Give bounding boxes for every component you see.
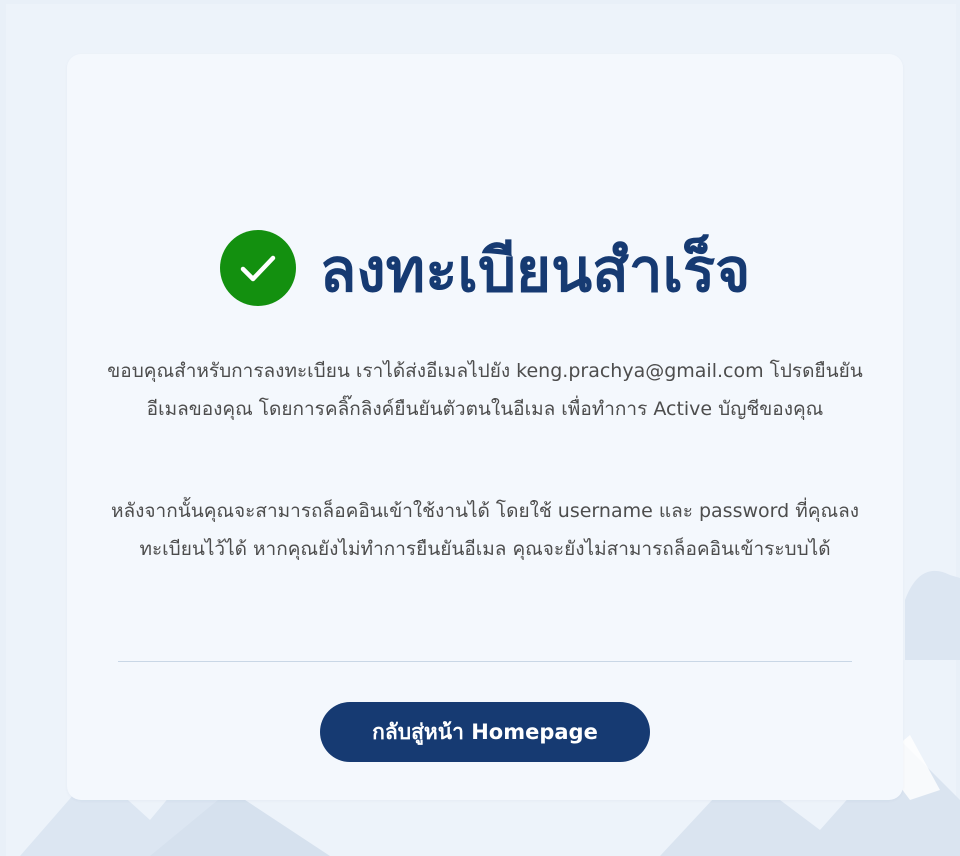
check-circle-icon xyxy=(219,230,296,306)
page-title: ลงทะเบียนสำเร็จ xyxy=(319,236,751,306)
confirmation-message: ขอบคุณสำหรับการลงทะเบียน เราได้ส่งอีเมลไ… xyxy=(107,360,863,420)
divider xyxy=(118,661,852,662)
registration-success-card: ลงทะเบียนสำเร็จ ขอบคุณสำหรับการลงทะเบียน… xyxy=(67,54,903,800)
back-to-homepage-button[interactable]: กลับสู่หน้า Homepage xyxy=(320,702,650,762)
title-row: ลงทะเบียนสำเร็จ xyxy=(67,230,903,306)
login-instruction-message: หลังจากนั้นคุณจะสามารถล็อคอินเข้าใช้งานไ… xyxy=(110,500,859,560)
